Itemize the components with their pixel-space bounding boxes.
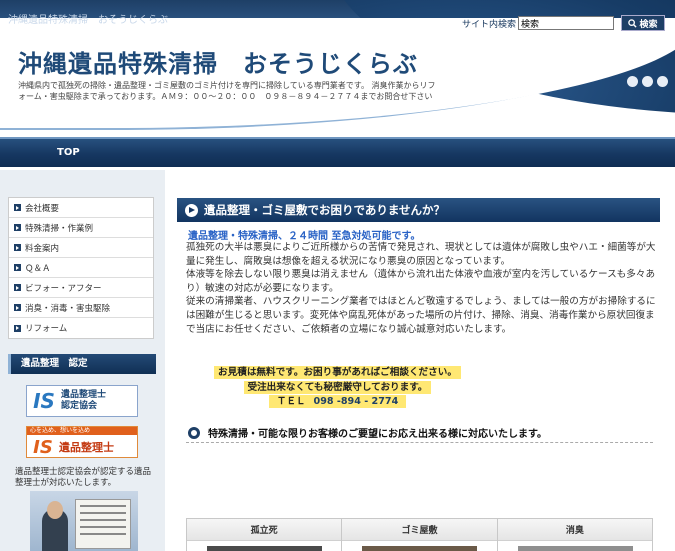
table-cell: 消臭 — [497, 519, 652, 551]
arrow-bullet-icon — [14, 224, 21, 231]
section-heading-text: 遺品整理・ゴミ屋敷でお困りでありませんか？ — [204, 203, 446, 217]
nav-item-top[interactable]: TOP — [57, 147, 80, 158]
tel-number[interactable]: 098 -894 - 2774 — [309, 395, 403, 408]
sidebar-item-label: 料金案内 — [25, 243, 60, 254]
sidebar-menu: 会社概要 特殊清掃・作業例 料金案内 Ｑ＆Ａ ビフォー・アフター 消臭・消毒・害… — [8, 197, 154, 339]
banner-tagline: 心を込め、想いを込め — [27, 427, 137, 435]
search-button-label: 検索 — [639, 19, 658, 30]
site-title[interactable]: 沖縄遺品特殊清掃 おそうじくらぶ — [18, 44, 418, 79]
arrow-bullet-icon — [14, 204, 21, 211]
sub-heading-text: 特殊清掃・可能な限りお客様のご要望にお応え出来る様に対応いたします。 — [208, 429, 547, 440]
sidebar-item-pricing[interactable]: 料金案内 — [9, 238, 153, 258]
slider-dot[interactable] — [657, 76, 668, 87]
sidebar-item-label: 会社概要 — [25, 203, 60, 214]
paragraph: 孤独死の大半は悪臭によりご近所様からの苦情で発見され、現状としては遺体が腐敗し虫… — [186, 242, 656, 267]
sidebar-item-before-after[interactable]: ビフォー・アフター — [9, 278, 153, 298]
service-photo[interactable] — [362, 546, 478, 551]
service-table: 孤立死 ゴミ屋敷 消臭 — [186, 518, 653, 551]
table-header: 孤立死 — [187, 519, 342, 541]
is-logo-icon: IS — [33, 436, 53, 458]
arrow-circle-icon — [185, 203, 198, 217]
person-face — [47, 501, 63, 519]
certificate-photo — [30, 491, 138, 551]
arrow-bullet-icon — [14, 304, 21, 311]
table-cell: 孤立死 — [187, 519, 343, 551]
highlight-tel: ＴＥＬ 098 -894 - 2774 — [0, 393, 675, 408]
site-name-small[interactable]: 沖縄遺品特殊清掃 おそうじくらぶ — [8, 11, 168, 26]
search-icon — [628, 18, 638, 28]
global-nav: TOP — [0, 137, 675, 167]
slider-dots — [627, 76, 668, 87]
slider-dot[interactable] — [627, 76, 638, 87]
sidebar-item-label: Ｑ＆Ａ — [25, 263, 51, 274]
service-photo[interactable] — [517, 546, 633, 551]
paragraph: 従来の清掃業者、ハウスクリーニング業者ではほとんど敬遠するでしょう、ましては一般… — [186, 296, 656, 335]
sidebar-item-label: ビフォー・アフター — [25, 283, 102, 294]
sidebar: 会社概要 特殊清掃・作業例 料金案内 Ｑ＆Ａ ビフォー・アフター 消臭・消毒・害… — [0, 170, 165, 551]
site-description: 沖縄県内で孤独死の掃除・遺品整理・ゴミ屋敷のゴミ片付けを専門に掃除している専門業… — [18, 81, 436, 101]
section-heading: 遺品整理・ゴミ屋敷でお困りでありませんか？ — [177, 198, 660, 222]
tel-label: ＴＥＬ — [272, 395, 310, 408]
table-cell: ゴミ屋敷 — [342, 519, 498, 551]
search-button[interactable]: 検索 — [621, 15, 665, 31]
table-header: ゴミ屋敷 — [342, 519, 497, 541]
search-label: サイト内検索 — [462, 20, 517, 30]
cert-banner-specialist[interactable]: 心を込め、想いを込め IS 遺品整理士 — [26, 426, 138, 458]
sidebar-item-label: 特殊清掃・作業例 — [25, 223, 94, 234]
sidebar-item-label: リフォーム — [25, 324, 68, 334]
sidebar-item-deodorize[interactable]: 消臭・消毒・害虫駆除 — [9, 298, 153, 318]
sidebar-item-company[interactable]: 会社概要 — [9, 198, 153, 218]
site-header: 沖縄遺品特殊清掃 おそうじくらぶ 沖縄遺品特殊清掃 おそうじくらぶ 沖縄県内で孤… — [0, 0, 675, 140]
arrow-bullet-icon — [14, 264, 21, 271]
highlight-text: お見積は無料です。お困り事があればご相談ください。 — [214, 366, 461, 379]
slider-dot[interactable] — [642, 76, 653, 87]
arrow-bullet-icon — [14, 244, 21, 251]
sidebar-item-special-cleaning[interactable]: 特殊清掃・作業例 — [9, 218, 153, 238]
circle-bullet-icon — [188, 426, 200, 439]
sidebar-item-reform[interactable]: リフォーム — [9, 318, 153, 338]
table-header: 消臭 — [497, 519, 652, 541]
sub-heading: 特殊清掃・可能な限りお客様のご要望にお応え出来る様に対応いたします。 — [186, 423, 653, 443]
sidebar-item-faq[interactable]: Ｑ＆Ａ — [9, 258, 153, 278]
paragraph: 体液等を除去しない限り悪臭は消えません（遺体から流れ出た体液や血液が室内を汚して… — [186, 269, 656, 294]
highlight-estimate: お見積は無料です。お困り事があればご相談ください。 — [0, 364, 675, 379]
certificate-card — [75, 499, 131, 549]
cert-text: 遺品整理士認定協会が認定する遺品整理士が対応いたします。 — [15, 467, 152, 488]
service-tagline: 遺品整理・特殊清掃、２４時間 至急対処可能です。 — [188, 231, 421, 242]
banner-text: 遺品整理士 — [59, 441, 114, 454]
search-input[interactable] — [518, 16, 614, 30]
sidebar-item-label: 消臭・消毒・害虫駆除 — [25, 303, 111, 314]
highlight-confidential: 受注出来なくても秘密厳守しております。 — [0, 379, 675, 394]
arrow-bullet-icon — [14, 284, 21, 291]
arrow-bullet-icon — [14, 324, 21, 332]
service-photo[interactable] — [207, 546, 322, 551]
main-body-text: 孤独死の大半は悪臭によりご近所様からの苦情で発見され、現状としては遺体が腐敗し虫… — [186, 241, 656, 336]
